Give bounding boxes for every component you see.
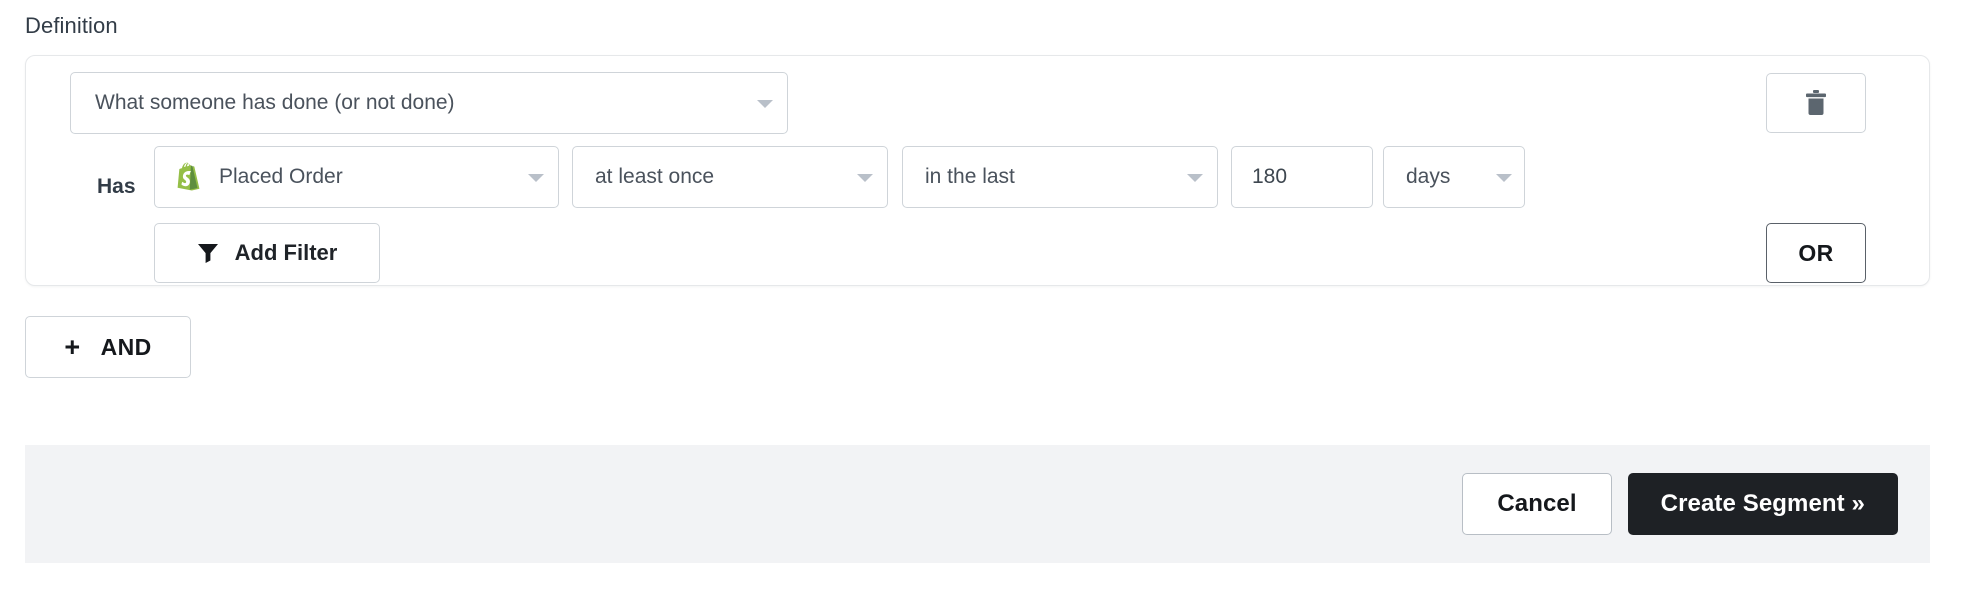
chevron-down-icon xyxy=(857,174,873,182)
definition-type-select[interactable]: What someone has done (or not done) xyxy=(70,72,788,134)
timeframe-select[interactable]: in the last xyxy=(902,146,1218,208)
footer-actions: Cancel Create Segment » xyxy=(1462,473,1898,535)
definition-card: What someone has done (or not done) Has … xyxy=(25,55,1930,286)
funnel-icon xyxy=(197,242,219,264)
or-button-label: OR xyxy=(1798,239,1834,266)
timeframe-value: in the last xyxy=(925,165,1015,188)
and-button-label: AND xyxy=(100,333,152,360)
chevron-down-icon xyxy=(528,174,544,182)
page-title: Definition xyxy=(25,13,118,38)
definition-type-value: What someone has done (or not done) xyxy=(95,91,455,114)
timeframe-amount-input[interactable] xyxy=(1231,146,1373,208)
cancel-button[interactable]: Cancel xyxy=(1462,473,1612,535)
footer-bar: Cancel Create Segment » xyxy=(25,445,1930,563)
add-filter-label: Add Filter xyxy=(234,240,338,265)
frequency-value: at least once xyxy=(595,165,715,188)
add-filter-button[interactable]: Add Filter xyxy=(154,223,380,283)
delete-condition-button[interactable] xyxy=(1766,73,1866,133)
metric-value: Placed Order xyxy=(219,165,343,188)
chevron-down-icon xyxy=(1187,174,1203,182)
timeframe-unit-select[interactable]: days xyxy=(1383,146,1525,208)
frequency-select[interactable]: at least once xyxy=(572,146,888,208)
plus-icon: + xyxy=(64,331,81,362)
or-button[interactable]: OR xyxy=(1766,223,1866,283)
chevron-down-icon xyxy=(757,100,773,108)
add-and-group-button[interactable]: + AND xyxy=(25,316,191,378)
metric-select[interactable]: Placed Order xyxy=(154,146,559,208)
shopify-icon xyxy=(173,161,205,193)
create-segment-button[interactable]: Create Segment » xyxy=(1627,473,1898,535)
trash-icon xyxy=(1804,89,1828,117)
filter-prefix-label: Has xyxy=(97,175,136,198)
chevron-down-icon xyxy=(1496,174,1512,182)
timeframe-unit-value: days xyxy=(1406,165,1451,188)
